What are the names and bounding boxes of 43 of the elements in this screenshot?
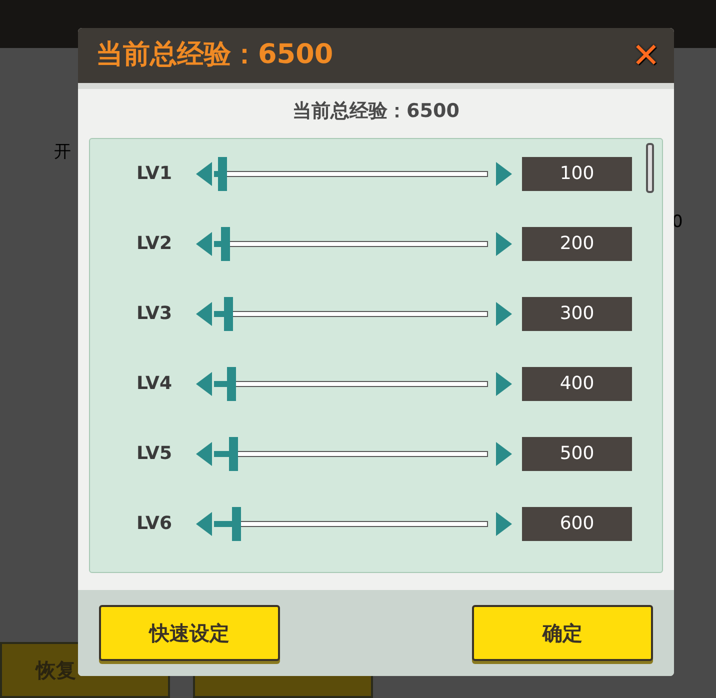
dialog-title: 当前总经验：6500 <box>96 38 334 72</box>
slider-track[interactable] <box>214 506 488 540</box>
decrease-arrow-icon[interactable] <box>196 162 212 186</box>
slider-track[interactable] <box>214 436 488 470</box>
level-label: LV2 <box>136 232 172 256</box>
value-field[interactable]: 100 <box>522 156 632 190</box>
decrease-arrow-icon[interactable] <box>196 442 212 466</box>
decrease-arrow-icon[interactable] <box>196 232 212 256</box>
close-button[interactable]: ✕ <box>626 36 666 76</box>
quick-set-button[interactable]: 快速设定 <box>99 605 280 661</box>
value-field[interactable]: 400 <box>522 366 632 400</box>
slider-thumb[interactable] <box>232 506 242 540</box>
slider-track[interactable] <box>214 296 488 330</box>
slider-track[interactable] <box>214 156 488 190</box>
scrollbar-thumb[interactable] <box>646 142 654 192</box>
increase-arrow-icon[interactable] <box>496 372 512 396</box>
slider-thumb[interactable] <box>221 226 230 260</box>
slider-thumb[interactable] <box>226 366 236 400</box>
increase-arrow-icon[interactable] <box>496 162 512 186</box>
level-label: LV1 <box>136 162 172 186</box>
value-field[interactable]: 500 <box>522 436 632 470</box>
increase-arrow-icon[interactable] <box>496 512 512 536</box>
level-label: LV6 <box>136 512 172 536</box>
level-label: LV3 <box>136 302 172 326</box>
total-experience-text: 当前总经验：6500 <box>292 99 460 124</box>
value-field[interactable]: 300 <box>522 296 632 330</box>
level-label: LV4 <box>136 372 172 396</box>
decrease-arrow-icon[interactable] <box>196 302 212 326</box>
increase-arrow-icon[interactable] <box>496 442 512 466</box>
value-field[interactable]: 600 <box>522 506 632 540</box>
increase-arrow-icon[interactable] <box>496 302 512 326</box>
slider-thumb[interactable] <box>229 436 238 470</box>
slider-track[interactable] <box>214 226 488 260</box>
increase-arrow-icon[interactable] <box>496 232 512 256</box>
level-label: LV5 <box>136 442 172 466</box>
value-field[interactable]: 200 <box>522 226 632 260</box>
decrease-arrow-icon[interactable] <box>196 512 212 536</box>
setting-label: 开 <box>54 141 71 164</box>
confirm-button[interactable]: 确定 <box>472 605 653 661</box>
slider-thumb[interactable] <box>224 296 233 330</box>
slider-thumb[interactable] <box>218 156 228 190</box>
slider-track[interactable] <box>214 366 488 400</box>
decrease-arrow-icon[interactable] <box>196 372 212 396</box>
